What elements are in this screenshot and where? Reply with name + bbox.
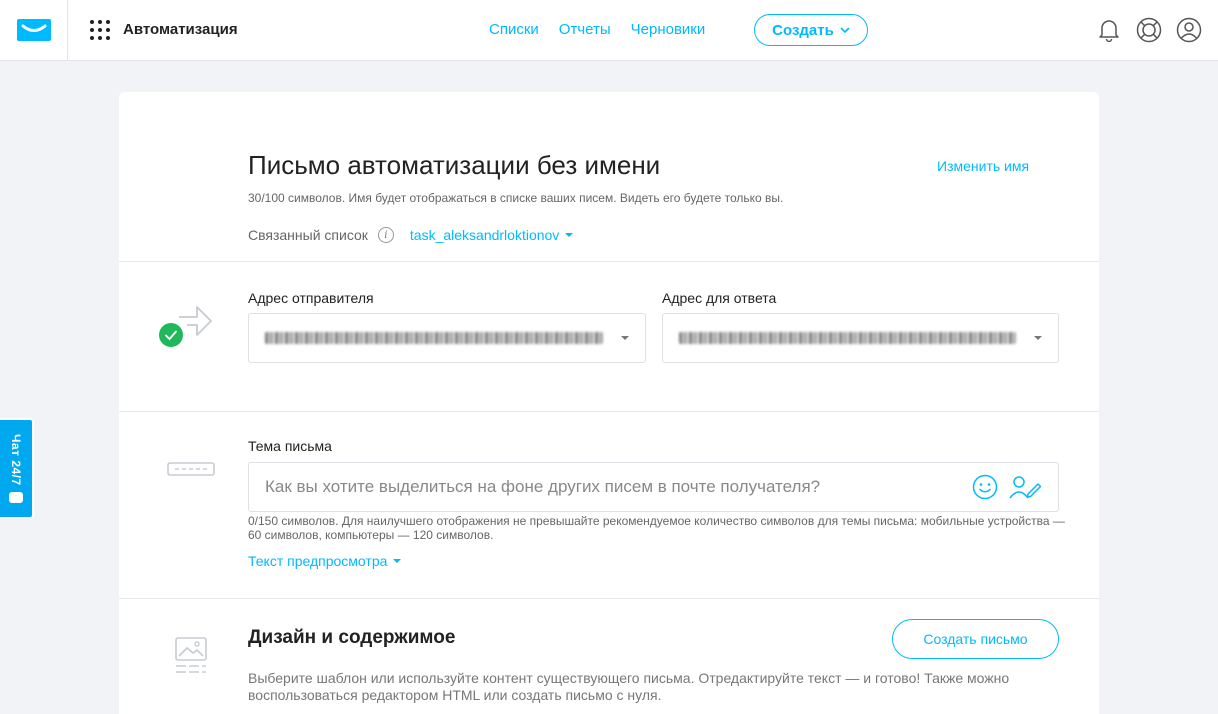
bell-icon: [1099, 20, 1119, 42]
create-button[interactable]: Создать: [754, 14, 868, 46]
subject-field[interactable]: [248, 462, 1059, 512]
chat-bubble-icon: [9, 491, 23, 503]
subject-tools: [972, 474, 1042, 500]
divider: [119, 411, 1099, 412]
design-hint: Выберите шаблон или используйте контент …: [248, 670, 1010, 703]
subject-input[interactable]: [265, 477, 972, 497]
rename-link[interactable]: Изменить имя: [937, 158, 1029, 174]
arrow-right-icon: [159, 306, 212, 347]
nav-reports[interactable]: Отчеты: [559, 21, 611, 38]
chat-tab-label: Чат 24/7: [9, 434, 23, 486]
nav-lists[interactable]: Списки: [489, 21, 539, 38]
main-nav: Списки Отчеты Черновики: [489, 21, 705, 38]
app-title: Автоматизация: [123, 21, 238, 38]
divider: [119, 261, 1099, 262]
check-icon: [159, 323, 183, 347]
nav-drafts[interactable]: Черновики: [631, 21, 706, 38]
logo[interactable]: [0, 0, 68, 61]
apps-grid-icon[interactable]: [90, 20, 110, 40]
chevron-down-icon: [621, 336, 629, 340]
preview-text-label: Текст предпросмотра: [248, 553, 388, 569]
divider: [119, 598, 1099, 599]
help-button[interactable]: [1136, 17, 1162, 43]
message-title: Письмо автоматизации без имени: [248, 150, 661, 180]
message-card: Письмо автоматизации без имени Изменить …: [119, 92, 1099, 714]
sender-reply-select[interactable]: [662, 313, 1059, 363]
subject-hint: 0/150 символов. Для наилучшего отображен…: [248, 514, 1065, 542]
linked-list-select[interactable]: task_aleksandrloktionov: [409, 227, 574, 243]
sender-reply-label: Адрес для ответа: [662, 290, 777, 306]
sender-from-select[interactable]: [248, 313, 646, 363]
create-button-label: Создать: [772, 21, 834, 39]
profile-button[interactable]: [1176, 17, 1202, 43]
subject-bar-icon: [167, 462, 215, 476]
chevron-down-icon: [1034, 336, 1042, 340]
linked-list-row: Связанный список i task_aleksandrloktion…: [248, 227, 574, 243]
sender-from-label: Адрес отправителя: [248, 290, 374, 306]
create-message-button[interactable]: Создать письмо: [892, 619, 1059, 659]
chevron-down-icon: [565, 233, 574, 237]
chat-tab[interactable]: Чат 24/7: [0, 418, 34, 519]
linked-list-value: task_aleksandrloktionov: [409, 227, 560, 243]
personalize-icon[interactable]: [1008, 474, 1042, 500]
preview-text-toggle[interactable]: Текст предпросмотра: [248, 553, 402, 569]
chevron-down-icon: [840, 27, 850, 33]
name-hint: 30/100 символов. Имя будет отображаться …: [248, 191, 784, 205]
smile-icon[interactable]: [972, 474, 998, 500]
image-template-icon: [175, 637, 207, 673]
design-title: Дизайн и содержимое: [248, 627, 456, 648]
chevron-down-icon: [393, 559, 402, 563]
lifebuoy-icon: [1136, 17, 1162, 43]
linked-list-label: Связанный список: [248, 227, 368, 243]
sender-reply-value-redacted: [679, 332, 1016, 344]
envelope-logo-icon: [16, 19, 51, 41]
info-icon[interactable]: i: [377, 227, 394, 243]
notifications-button[interactable]: [1096, 17, 1122, 43]
sender-from-value-redacted: [265, 332, 603, 344]
user-icon: [1176, 17, 1202, 43]
top-bar: Автоматизация Списки Отчеты Черновики Со…: [0, 0, 1218, 61]
subject-label: Тема письма: [248, 438, 332, 454]
top-icons: [1096, 17, 1202, 43]
